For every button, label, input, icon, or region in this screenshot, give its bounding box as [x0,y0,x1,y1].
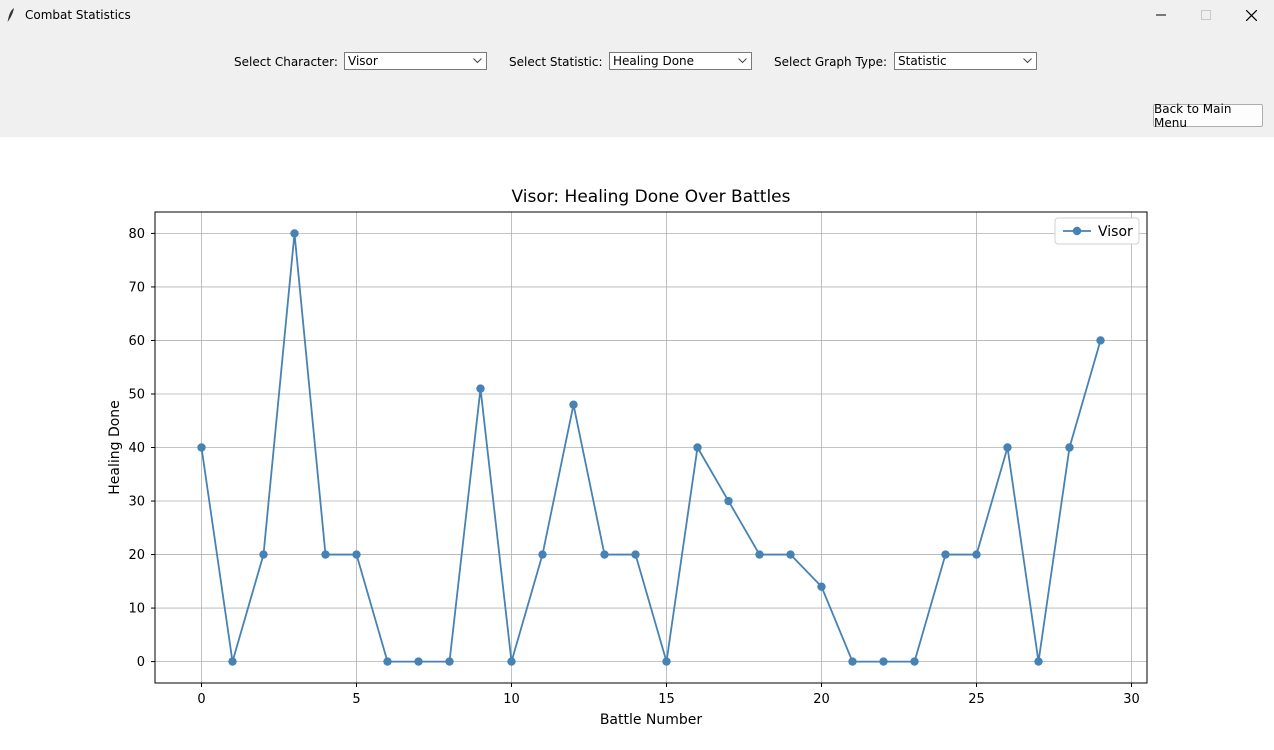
data-point [755,550,764,559]
x-tick-label: 25 [968,692,985,707]
data-point [197,443,206,452]
statistic-label: Select Statistic: [509,55,603,69]
maximize-button[interactable] [1183,0,1229,30]
data-point [631,550,640,559]
x-tick-label: 10 [503,692,520,707]
character-select[interactable]: Visor [344,52,487,70]
data-point [1003,443,1012,452]
y-tick-label: 40 [128,441,145,456]
data-point [972,550,981,559]
data-point [941,550,950,559]
data-point [910,657,919,666]
graph-type-label: Select Graph Type: [774,55,888,69]
data-point [662,657,671,666]
statistic-select-value: Healing Done [613,54,695,68]
y-tick-label: 80 [128,227,145,242]
feather-icon [7,8,14,22]
maximize-icon [1201,10,1211,20]
line-chart: 0 5 10 15 20 25 30 0 10 20 30 40 50 60 70 80 Visor: Heal… [107,187,1148,728]
y-tick-label: 20 [128,548,145,563]
data-point [259,550,268,559]
x-tick-label: 20 [813,692,830,707]
x-tick-label: 30 [1123,692,1140,707]
close-button[interactable] [1228,0,1274,30]
graph-type-select-value: Statistic [898,54,947,68]
data-point [600,550,609,559]
data-point [786,550,795,559]
data-point [290,229,299,238]
data-point [879,657,888,666]
chevron-down-icon [738,58,747,64]
graph-type-select[interactable]: Statistic [894,52,1037,70]
statistic-select[interactable]: Healing Done [609,52,752,70]
y-tick-label: 70 [128,280,145,295]
chevron-down-icon [473,58,482,64]
y-tick-label: 60 [128,334,145,349]
title-bar: Combat Statistics [0,0,1274,30]
y-tick-label: 50 [128,387,145,402]
data-point [1096,336,1105,345]
y-axis-label: Healing Done [107,400,123,495]
x-axis-label: Battle Number [600,712,703,728]
data-point [321,550,330,559]
character-label: Select Character: [234,55,338,69]
chart-title: Visor: Healing Done Over Battles [511,187,790,207]
minimize-button[interactable] [1138,0,1184,30]
x-tick-label: 0 [197,692,205,707]
y-tick-label: 0 [137,655,145,670]
x-tick-label: 5 [352,692,360,707]
data-point [476,384,485,393]
data-point [1065,443,1074,452]
data-point [1034,657,1043,666]
x-tick-label: 15 [658,692,675,707]
minimize-icon [1156,14,1166,16]
chevron-down-icon [1023,58,1032,64]
data-point [693,443,702,452]
character-select-value: Visor [348,54,378,68]
data-point [848,657,857,666]
data-point [569,400,578,409]
data-point [507,657,516,666]
close-icon [1245,9,1257,21]
data-point [724,496,733,506]
legend-marker [1072,226,1082,236]
window-title: Combat Statistics [25,8,131,22]
controls-panel: Select Character: Visor Select Statistic… [0,30,1274,137]
data-point [352,550,361,559]
back-to-main-menu-button[interactable]: Back to Main Menu [1153,102,1263,130]
data-point [383,657,392,666]
legend-label: Visor [1098,224,1133,240]
y-tick-label: 30 [128,495,145,510]
data-point [538,550,547,559]
data-point [445,657,454,666]
data-point [414,657,423,666]
data-point [817,582,826,591]
data-point [228,657,237,666]
y-tick-label: 10 [128,602,145,617]
